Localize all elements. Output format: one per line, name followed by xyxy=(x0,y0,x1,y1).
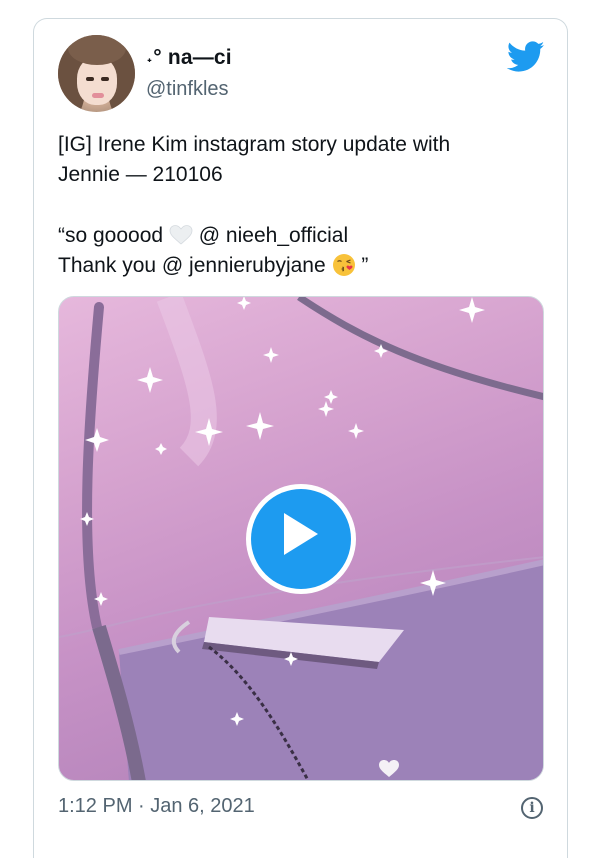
text-line-1: [IG] Irene Kim instagram story update wi… xyxy=(58,133,451,156)
play-button[interactable] xyxy=(246,484,356,594)
tweet-text: [IG] Irene Kim instagram story update wi… xyxy=(58,130,538,281)
quote-close: ” xyxy=(361,254,369,277)
mention-nieeh[interactable]: @ nieeh_official xyxy=(199,224,348,247)
info-icon[interactable]: i xyxy=(521,797,543,819)
text-line-2: Jennie — 210106 xyxy=(58,163,223,186)
tweet-timestamp[interactable]: 1:12 PM · Jan 6, 2021 xyxy=(58,795,255,818)
display-name[interactable]: ˖° na—ci xyxy=(146,46,232,70)
quote-line-2: Thank you @ jennierubyjane ” xyxy=(58,251,538,281)
play-icon xyxy=(284,513,318,555)
avatar[interactable] xyxy=(58,35,135,112)
quote-line-1-start: “so gooood xyxy=(58,224,164,247)
mention-jennierubyjane[interactable]: Thank you @ jennierubyjane xyxy=(58,254,326,277)
video-thumbnail[interactable] xyxy=(58,296,544,781)
face-blowing-kiss-icon xyxy=(332,254,355,276)
twitter-bird-icon[interactable] xyxy=(507,41,545,73)
user-handle[interactable]: @tinfkles xyxy=(146,78,229,101)
white-heart-icon xyxy=(169,225,193,245)
quote-line-1: “so gooood @ nieeh_official xyxy=(58,221,538,251)
tweet-card[interactable]: ˖° na—ci @tinfkles [IG] Irene Kim instag… xyxy=(33,18,568,858)
